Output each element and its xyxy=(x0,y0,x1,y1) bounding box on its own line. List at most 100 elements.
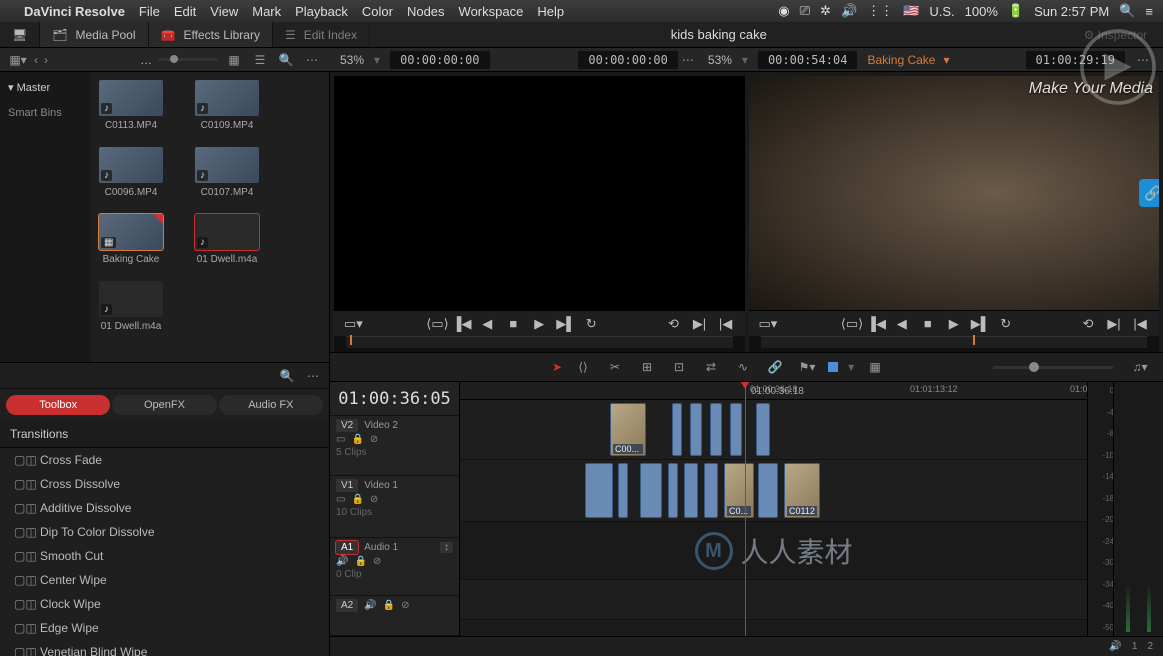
prg-goto-in-icon[interactable]: |◀ xyxy=(1131,316,1149,332)
lock2-icon[interactable]: 🔒 xyxy=(351,434,363,445)
page-2[interactable]: 2 xyxy=(1147,641,1153,652)
menu-workspace[interactable]: Workspace xyxy=(459,4,524,19)
lane-v1[interactable]: C0... C0112 xyxy=(460,460,1087,522)
disable-icon[interactable]: ⊘ xyxy=(370,434,378,445)
src-mode-icon[interactable]: ▭▾ xyxy=(344,316,362,332)
tab-toolbox[interactable]: Toolbox xyxy=(6,395,110,415)
lane-a2[interactable] xyxy=(460,580,1087,620)
display-icon[interactable]: ⎚ xyxy=(800,3,810,19)
insert-tool-icon[interactable]: ⊞ xyxy=(636,360,658,374)
transition-item[interactable]: ▢◫Dip To Color Dissolve xyxy=(0,520,329,544)
timeline-timecode[interactable]: 01:00:36:05 xyxy=(330,382,459,416)
edit-index-toggle[interactable]: ☰ Edit Index xyxy=(273,22,370,47)
clip-box[interactable]: C00... xyxy=(610,403,646,456)
src-stop-icon[interactable]: ■ xyxy=(504,316,522,331)
clip-box[interactable] xyxy=(672,403,682,456)
notification-icon[interactable]: ◉ xyxy=(778,3,789,19)
tab-audiofx[interactable]: Audio FX xyxy=(219,395,323,415)
link-tool-icon[interactable]: 🔗 xyxy=(764,360,786,374)
volume-icon[interactable]: 🔊 xyxy=(841,3,857,19)
menu-help[interactable]: Help xyxy=(537,4,564,19)
prg-mode-icon[interactable]: ▭▾ xyxy=(759,316,777,332)
playhead[interactable]: 01:00:36:18 xyxy=(745,382,746,636)
source-canvas[interactable] xyxy=(334,76,745,310)
fx-list[interactable]: ▢◫Cross Fade▢◫Cross Dissolve▢◫Additive D… xyxy=(0,448,329,656)
clip-box[interactable] xyxy=(730,403,742,456)
share-icon[interactable]: 🔗 xyxy=(1139,179,1159,207)
menu-file[interactable]: File xyxy=(139,4,160,19)
battery-icon[interactable]: 🔋 xyxy=(1008,3,1024,19)
menu-nodes[interactable]: Nodes xyxy=(407,4,445,19)
program-tc[interactable]: 00:00:54:04 xyxy=(758,51,857,69)
transition-item[interactable]: ▢◫Cross Fade xyxy=(0,448,329,472)
blade-tool-icon[interactable]: ✂ xyxy=(604,360,626,374)
src-prev-icon[interactable]: ◀ xyxy=(478,316,496,332)
spotlight-icon[interactable]: 🔍 xyxy=(1119,3,1135,19)
breadcrumb-dots[interactable]: … xyxy=(140,53,152,67)
replace-tool-icon[interactable]: ⇄ xyxy=(700,360,722,374)
clock-text[interactable]: Sun 2:57 PM xyxy=(1034,4,1109,19)
track-head-v1[interactable]: V1Video 1 ▭🔒⊘ 10 Clips xyxy=(330,476,459,538)
list-view-icon[interactable]: ☰ xyxy=(250,51,270,69)
transition-item[interactable]: ▢◫Clock Wipe xyxy=(0,592,329,616)
prg-prev-icon[interactable]: ◀ xyxy=(893,316,911,332)
menu-color[interactable]: Color xyxy=(362,4,393,19)
program-zoom[interactable]: 53% xyxy=(708,53,732,67)
search-icon[interactable]: 🔍 xyxy=(276,51,296,69)
wifi-icon[interactable]: ⋮⋮ xyxy=(867,3,893,19)
src-first-icon[interactable]: ▐◀ xyxy=(452,316,470,332)
inspector-toggle[interactable]: ⚙ Inspector xyxy=(1068,28,1163,42)
media-clip[interactable]: ♪C0107.MP4 xyxy=(194,147,260,198)
curve-tool-icon[interactable]: ∿ xyxy=(732,360,754,374)
overwrite-tool-icon[interactable]: ⊡ xyxy=(668,360,690,374)
battery-text[interactable]: 100% xyxy=(965,4,998,19)
track-head-a1[interactable]: A1Audio 1↕ 🔊🔒⊘ 0 Clip xyxy=(330,538,459,596)
timeline-zoom-slider[interactable] xyxy=(993,366,1113,369)
clip-box[interactable] xyxy=(668,463,678,518)
bin-master[interactable]: ▾ Master xyxy=(8,78,82,97)
prg-goto-out-icon[interactable]: ▶| xyxy=(1105,316,1123,332)
media-grid[interactable]: ♪C0113.MP4♪C0109.MP4♪C0096.MP4♪C0107.MP4… xyxy=(90,72,329,362)
fx-more-icon[interactable]: ⋯ xyxy=(303,367,323,385)
lane-a1[interactable]: M人人素材 xyxy=(460,522,1087,580)
flag-tool-icon[interactable]: ⚑▾ xyxy=(796,360,818,374)
more-icon[interactable]: ⋯ xyxy=(302,51,322,69)
clip-box[interactable] xyxy=(618,463,628,518)
prg-first-icon[interactable]: ▐◀ xyxy=(867,316,885,332)
clip-box[interactable] xyxy=(704,463,718,518)
clip-box[interactable] xyxy=(585,463,613,518)
transition-item[interactable]: ▢◫Cross Dissolve xyxy=(0,472,329,496)
menu-edit[interactable]: Edit xyxy=(174,4,196,19)
prg-play-icon[interactable]: ▶ xyxy=(945,316,963,332)
clip-box[interactable]: C0112 xyxy=(784,463,820,518)
screen-toggle[interactable]: 🖥 xyxy=(0,22,40,47)
track-head-v2[interactable]: V2Video 2 ▭🔒⊘ 5 Clips xyxy=(330,416,459,476)
program-scrubber[interactable] xyxy=(761,336,1148,348)
menu-mark[interactable]: Mark xyxy=(252,4,281,19)
clip-box[interactable] xyxy=(684,463,698,518)
clip-box[interactable] xyxy=(690,403,702,456)
menu-view[interactable]: View xyxy=(210,4,238,19)
prg-stop-icon[interactable]: ■ xyxy=(919,316,937,331)
page-1[interactable]: 1 xyxy=(1132,641,1138,652)
source-tc[interactable]: 00:00:00:00 xyxy=(390,51,489,69)
media-clip[interactable]: ♪01 Dwell.m4a xyxy=(98,281,164,332)
fx-search-icon[interactable]: 🔍 xyxy=(277,367,297,385)
audio-toggle-icon[interactable]: ♫▾ xyxy=(1129,360,1151,374)
trim-tool-icon[interactable]: ⟨⟩ xyxy=(572,360,594,374)
sequence-name[interactable]: Baking Cake xyxy=(867,53,935,67)
tab-openfx[interactable]: OpenFX xyxy=(112,395,216,415)
clip-box[interactable]: C0... xyxy=(724,463,754,518)
media-pool-toggle[interactable]: 🗂 Media Pool xyxy=(40,22,148,47)
src-match-icon[interactable]: ⟨▭⟩ xyxy=(426,316,444,332)
clip-box[interactable] xyxy=(710,403,722,456)
menu-playback[interactable]: Playback xyxy=(295,4,348,19)
tracks-area[interactable]: 01:00:36:18 01:01:13:12 01:01:50:06 01:0… xyxy=(460,382,1087,636)
bin-view-icon[interactable]: ▦▾ xyxy=(8,51,28,69)
prg-next-icon[interactable]: ▶▌ xyxy=(971,316,989,332)
transition-item[interactable]: ▢◫Smooth Cut xyxy=(0,544,329,568)
lane-v2[interactable]: C00... xyxy=(460,400,1087,460)
a1-expand-icon[interactable]: ↕ xyxy=(440,542,453,553)
nav-fwd-icon[interactable]: › xyxy=(44,53,48,67)
src-goto-out-icon[interactable]: ▶| xyxy=(691,316,709,332)
